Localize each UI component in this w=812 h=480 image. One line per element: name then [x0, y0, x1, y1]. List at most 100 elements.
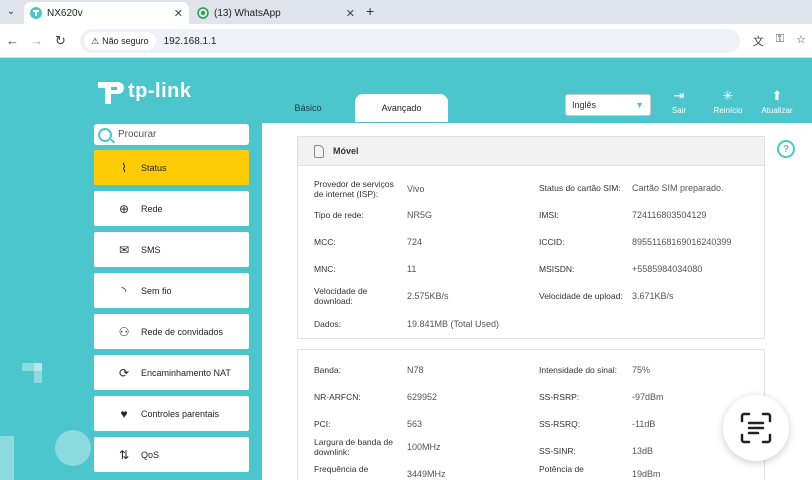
- info-value: 563: [407, 419, 423, 429]
- browser-tab-whatsapp[interactable]: (13) WhatsApp ✕: [191, 2, 361, 24]
- qos-icon: ⇅: [118, 447, 130, 462]
- bookmark-star-icon[interactable]: ☆: [796, 33, 806, 49]
- logo-text: tp-link: [128, 79, 192, 102]
- info-label: Largura de banda de downlink:: [314, 437, 393, 457]
- sidebar-item-status[interactable]: ⌇ Status: [94, 150, 249, 185]
- text-scan-button[interactable]: [723, 395, 789, 461]
- guests-icon: ⚇: [118, 324, 130, 339]
- scan-text-icon: [740, 412, 772, 444]
- sidebar-item-rede[interactable]: ⊕ Rede: [94, 191, 249, 226]
- info-value: 19dBm: [632, 469, 661, 479]
- sidebar-item-encaminhamento-nat[interactable]: ⟳ Encaminhamento NAT: [94, 355, 249, 390]
- info-value: 3449MHz: [407, 469, 446, 479]
- tplink-logo: tp-link: [94, 76, 192, 106]
- search-input[interactable]: Procurar: [94, 124, 249, 145]
- sidebar-item-rede-convidados[interactable]: ⚇ Rede de convidados: [94, 314, 249, 349]
- info-label: ICCID:: [539, 237, 565, 247]
- info-value: NR5G: [407, 210, 433, 220]
- signal-card: Banda: N78 NR-ARFCN: 629952 PCI: 563 Lar…: [297, 349, 765, 480]
- info-label: Frequência de: [314, 464, 369, 474]
- tab-title: (13) WhatsApp: [214, 7, 281, 19]
- info-label: Velocidade de download:: [314, 286, 368, 306]
- url-text[interactable]: 192.168.1.1: [164, 36, 217, 47]
- close-tab-icon[interactable]: ✕: [174, 7, 183, 20]
- logout-button[interactable]: ⇥ Sair: [659, 88, 699, 115]
- whatsapp-favicon-icon: [197, 7, 209, 19]
- background-decoration: [0, 436, 14, 480]
- sidebar-item-controles-parentais[interactable]: ♥ Controles parentais: [94, 396, 249, 431]
- info-label: MCC:: [314, 237, 336, 247]
- sidebar-item-qos[interactable]: ⇅ QoS: [94, 437, 249, 472]
- info-label: MSISDN:: [539, 264, 575, 274]
- sidebar-item-label: Status: [141, 162, 167, 173]
- info-label: PCI:: [314, 419, 331, 429]
- router-admin-app: tp-link Básico Avançado Inglês ▼ ⇥ Sair …: [0, 58, 812, 480]
- address-toolbar: ← → ↻ ⚠ Não seguro 192.168.1.1 文 ⚿ ☆: [0, 24, 812, 58]
- info-label: IMSI:: [539, 210, 559, 220]
- info-value: 3.671KB/s: [632, 291, 674, 301]
- tab-search-icon[interactable]: ⌄: [3, 3, 19, 19]
- security-chip[interactable]: ⚠ Não seguro: [84, 32, 156, 50]
- tplink-favicon-icon: [30, 7, 42, 19]
- sidebar-item-label: Encaminhamento NAT: [141, 367, 231, 378]
- background-decoration: [55, 430, 91, 466]
- update-label: Atualizar: [761, 106, 793, 115]
- close-tab-icon[interactable]: ✕: [346, 7, 355, 20]
- tab-basic[interactable]: Básico: [270, 94, 346, 122]
- sidebar-item-label: Sem fio: [141, 285, 172, 296]
- reboot-label: Reinício: [713, 106, 743, 115]
- reboot-icon: ✳: [722, 88, 734, 103]
- heart-icon: ♥: [120, 406, 128, 421]
- sidebar-item-label: Rede: [141, 203, 163, 214]
- info-label: MNC:: [314, 264, 336, 274]
- sidebar-item-label: QoS: [141, 449, 160, 460]
- tplink-logo-mark-icon: [94, 76, 124, 106]
- info-label: Potência de: [539, 464, 584, 474]
- help-icon[interactable]: ?: [777, 140, 795, 158]
- info-value: 13dB: [632, 446, 654, 456]
- globe-icon: ⊕: [118, 201, 130, 216]
- forward-icon[interactable]: →: [30, 33, 43, 48]
- sidebar-item-sem-fio[interactable]: ◝ Sem fio: [94, 273, 249, 308]
- sim-card-icon: [314, 144, 324, 158]
- info-value: -11dB: [632, 419, 656, 429]
- nat-icon: ⟳: [118, 365, 130, 380]
- info-label: Banda:: [314, 365, 341, 375]
- tab-title: NX620v: [47, 7, 83, 19]
- search-icon: [98, 127, 112, 142]
- info-value: 629952: [407, 392, 438, 402]
- info-value: N78: [407, 365, 424, 375]
- wifi-icon: ◝: [121, 283, 127, 298]
- url-bar[interactable]: ⚠ Não seguro 192.168.1.1: [80, 29, 740, 53]
- info-label: Tipo de rede:: [314, 210, 364, 220]
- update-icon: ⬆: [771, 88, 783, 103]
- pulse-icon: ⌇: [121, 160, 127, 175]
- tab-advanced[interactable]: Avançado: [355, 94, 448, 122]
- mobile-card-header: Móvel: [298, 137, 764, 166]
- background-decoration: [34, 363, 42, 383]
- back-icon[interactable]: ←: [6, 33, 19, 48]
- chevron-down-icon: ▼: [635, 100, 644, 110]
- new-tab-icon[interactable]: +: [366, 3, 374, 19]
- info-label: Provedor de serviços de internet (ISP):: [314, 179, 394, 199]
- reload-icon[interactable]: ↻: [55, 33, 66, 49]
- reboot-button[interactable]: ✳ Reinício: [708, 88, 748, 115]
- info-value: 724: [407, 237, 423, 247]
- mobile-card: Móvel Provedor de serviços de internet (…: [297, 136, 765, 339]
- sidebar-item-label: SMS: [141, 244, 161, 255]
- info-value: Vivo: [407, 184, 425, 194]
- sidebar-item-label: Controles parentais: [141, 408, 220, 419]
- search-placeholder: Procurar: [118, 129, 157, 140]
- language-select[interactable]: Inglês ▼: [565, 94, 651, 116]
- browser-tab-nx620v[interactable]: NX620v ✕: [24, 2, 189, 24]
- info-value: Cartão SIM preparado.: [632, 183, 724, 193]
- update-button[interactable]: ⬆ Atualizar: [757, 88, 797, 115]
- info-value: 724116803504129: [632, 210, 707, 220]
- logout-icon: ⇥: [673, 88, 685, 103]
- password-key-icon[interactable]: ⚿: [776, 33, 784, 49]
- info-value: 19.841MB (Total Used): [407, 319, 500, 329]
- sidebar-item-sms[interactable]: ✉ SMS: [94, 232, 249, 267]
- translate-icon[interactable]: 文: [753, 33, 764, 49]
- language-value: Inglês: [572, 100, 597, 110]
- info-label: SS-RSRP:: [539, 392, 580, 402]
